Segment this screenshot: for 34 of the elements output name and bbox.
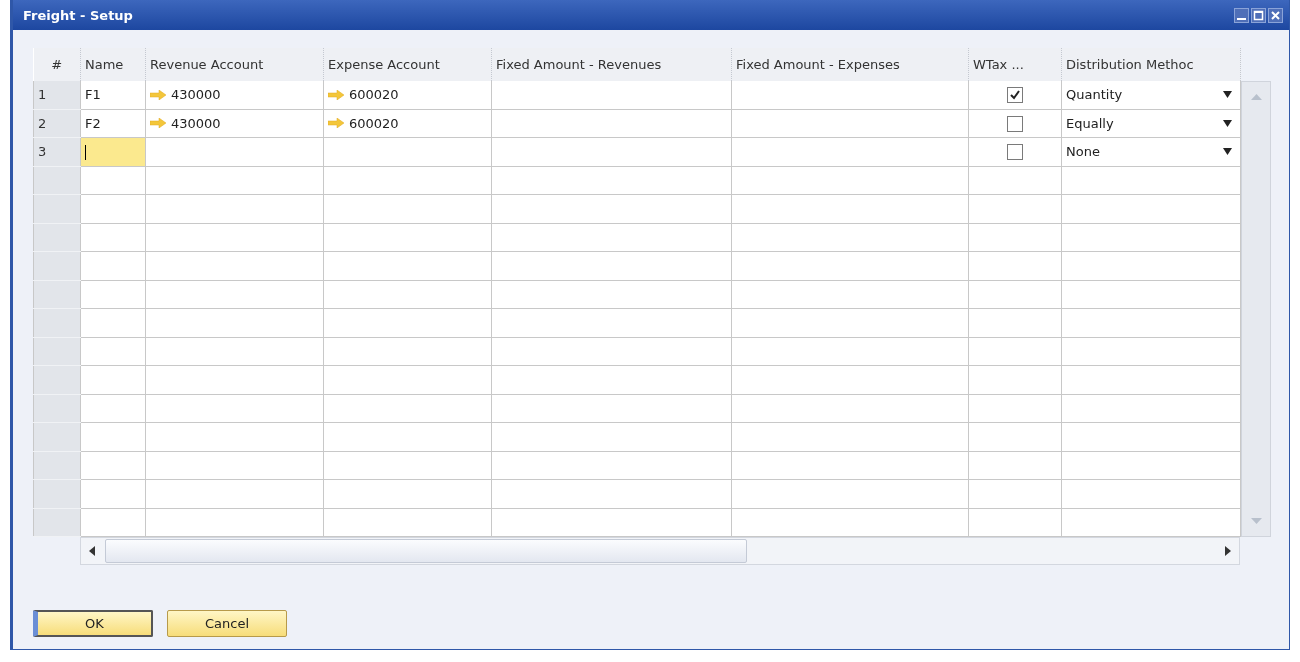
row-number: 3 bbox=[33, 137, 81, 166]
column-header[interactable]: Name bbox=[80, 48, 146, 81]
column-header[interactable]: WTax ... bbox=[968, 48, 1062, 81]
close-icon[interactable] bbox=[1268, 7, 1283, 23]
scroll-right-icon[interactable] bbox=[1225, 546, 1231, 556]
text-cursor bbox=[85, 144, 86, 160]
table-cell: F1 bbox=[80, 81, 146, 109]
horizontal-scrollbar[interactable] bbox=[80, 537, 1240, 565]
maximize-icon[interactable] bbox=[1251, 7, 1266, 23]
column-header[interactable]: Revenue Account bbox=[145, 48, 324, 81]
dropdown-arrow-icon[interactable] bbox=[1223, 119, 1232, 127]
table-cell: 600020 bbox=[349, 87, 399, 103]
table-cell: 430000 bbox=[171, 115, 221, 131]
column-header[interactable]: Distribution Methoc bbox=[1061, 48, 1241, 81]
dialog-button[interactable]: Cancel bbox=[167, 610, 287, 637]
row-number: 1 bbox=[33, 81, 81, 109]
table-cell: 600020 bbox=[349, 115, 399, 131]
checkbox[interactable] bbox=[1007, 115, 1023, 132]
minimize-icon[interactable] bbox=[1234, 7, 1249, 23]
scroll-left-icon[interactable] bbox=[89, 546, 95, 556]
window-title: Freight - Setup bbox=[23, 7, 133, 23]
column-header[interactable]: # bbox=[33, 48, 81, 81]
dialog-button[interactable]: OK bbox=[33, 610, 153, 637]
column-header[interactable]: Fixed Amount - Revenues bbox=[491, 48, 732, 81]
table-cell: F2 bbox=[80, 109, 146, 138]
table-cell: 430000 bbox=[171, 87, 221, 103]
dropdown-arrow-icon[interactable] bbox=[1223, 91, 1232, 99]
dropdown-arrow-icon[interactable] bbox=[1223, 148, 1232, 156]
column-header[interactable]: Expense Account bbox=[323, 48, 492, 81]
column-header[interactable]: Fixed Amount - Expenses bbox=[731, 48, 969, 81]
checkbox[interactable] bbox=[1007, 87, 1023, 103]
row-number: 2 bbox=[33, 109, 81, 138]
scrollbar-thumb[interactable] bbox=[105, 539, 747, 563]
checkbox[interactable] bbox=[1007, 144, 1023, 160]
